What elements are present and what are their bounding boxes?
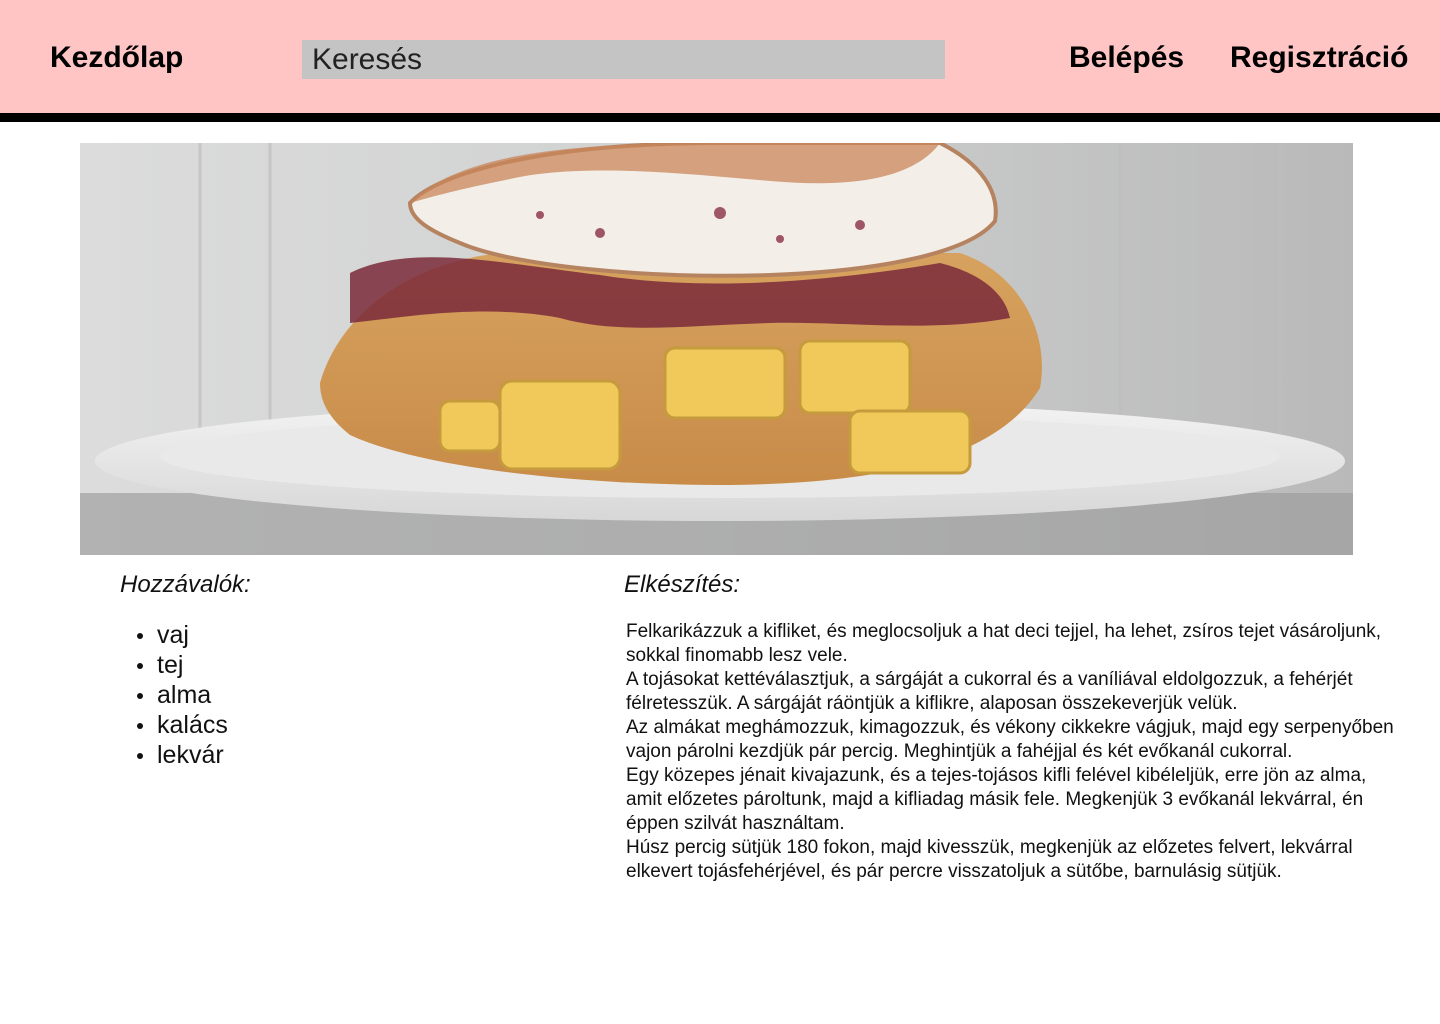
preparation-step: Felkarikázzuk a kifliket, és meglocsolju… — [626, 621, 1382, 666]
header-bar: Kezdőlap Belépés Regisztráció — [0, 0, 1440, 113]
preparation-step: Az almákat meghámozzuk, kimagozzuk, és v… — [626, 717, 1394, 762]
ingredient-item: alma — [137, 680, 228, 710]
ingredient-item: lekvár — [137, 740, 228, 770]
ingredients-list: vaj tej alma kalács lekvár — [137, 620, 228, 770]
header-divider — [0, 113, 1440, 122]
ingredient-item: kalács — [137, 711, 228, 739]
recipe-photo — [80, 143, 1353, 555]
preparation-step: Húsz percig sütjük 180 fokon, majd kives… — [626, 837, 1353, 882]
login-link[interactable]: Belépés — [1069, 38, 1184, 78]
home-link[interactable]: Kezdőlap — [50, 38, 183, 78]
preparation-step: A tojásokat kettéválasztjuk, a sárgáját … — [626, 669, 1353, 714]
preparation-step: Egy közepes jénait kivajazunk, és a teje… — [626, 765, 1367, 834]
recipe-hero-image — [80, 143, 1353, 555]
register-link[interactable]: Regisztráció — [1230, 38, 1408, 78]
search-input[interactable] — [302, 40, 945, 79]
ingredient-item: vaj — [137, 620, 228, 650]
ingredient-item: tej — [137, 650, 228, 680]
preparation-text: Felkarikázzuk a kifliket, és meglocsolju… — [626, 620, 1396, 884]
preparation-heading: Elkészítés: — [624, 571, 741, 598]
ingredients-heading: Hozzávalók: — [120, 571, 251, 598]
